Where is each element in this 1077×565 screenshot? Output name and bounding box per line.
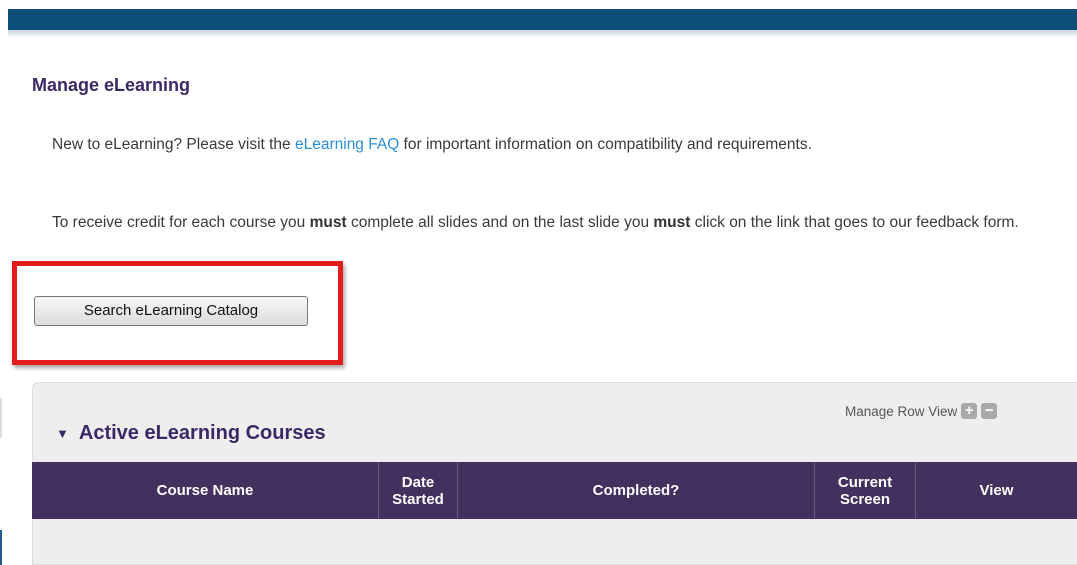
column-label-line2: Started: [392, 490, 444, 508]
plus-icon[interactable]: +: [961, 403, 978, 419]
left-edge-line-blue: [0, 530, 2, 565]
section-title: Active eLearning Courses: [78, 422, 326, 444]
column-header-current-screen[interactable]: Current Screen: [815, 462, 916, 519]
manage-row-view: Manage Row View + −: [845, 403, 998, 419]
column-header-date-started[interactable]: Date Started: [379, 462, 458, 519]
credit-text-2: complete all slides and on the last slid…: [346, 214, 654, 231]
top-strip: [0, 0, 1077, 9]
intro-paragraph: New to eLearning? Please visit the eLear…: [52, 135, 1042, 154]
column-label: Course Name: [156, 482, 254, 499]
column-label-line2: Screen: [839, 490, 891, 508]
credit-text-1: To receive credit for each course you: [52, 214, 310, 231]
credit-text-3: click on the link that goes to our feedb…: [690, 214, 1019, 231]
column-label: View: [979, 482, 1014, 499]
credit-paragraph: To receive credit for each course you mu…: [52, 213, 1042, 232]
column-header-completed[interactable]: Completed?: [458, 462, 815, 519]
top-navigation-bar: [8, 9, 1077, 30]
minus-icon[interactable]: −: [981, 403, 998, 419]
intro-text-end: for important information on compatibili…: [399, 136, 812, 153]
column-header-view[interactable]: View: [916, 462, 1077, 519]
column-header-course-name[interactable]: Course Name: [32, 462, 379, 519]
search-elearning-catalog-button[interactable]: Search eLearning Catalog: [34, 296, 308, 326]
manage-row-view-label[interactable]: Manage Row View: [845, 404, 957, 419]
credit-must-1: must: [309, 214, 347, 231]
top-bar-shadow: [8, 30, 1077, 38]
page-title: Manage eLearning: [32, 75, 191, 95]
column-label: Completed?: [592, 482, 680, 499]
section-header[interactable]: ▼ Active eLearning Courses: [56, 422, 326, 445]
intro-text: New to eLearning? Please visit the: [52, 136, 295, 153]
triangle-down-icon[interactable]: ▼: [56, 426, 69, 441]
column-label-line1: Current: [837, 473, 893, 491]
elearning-faq-link[interactable]: eLearning FAQ: [295, 136, 399, 153]
courses-table-header: Course Name Date Started Completed? Curre…: [32, 462, 1077, 519]
credit-must-2: must: [653, 214, 691, 231]
left-edge-line: [0, 398, 2, 438]
column-label-line1: Date: [401, 473, 435, 491]
